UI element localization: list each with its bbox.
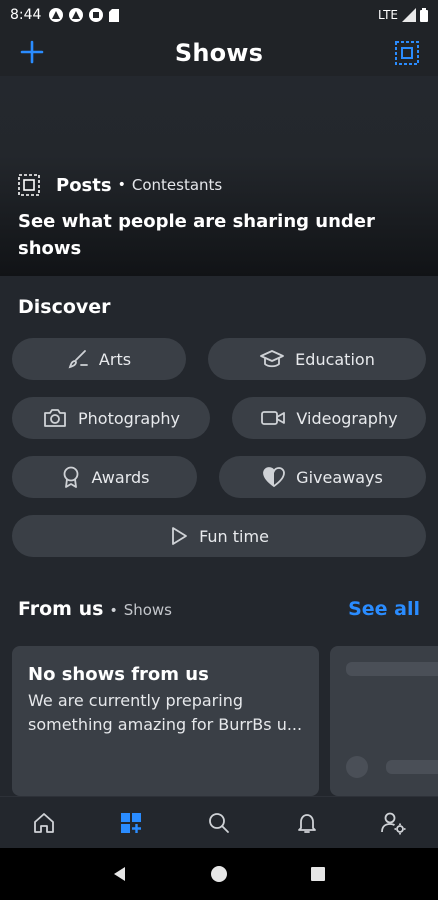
separator: • xyxy=(109,603,118,619)
user-settings-icon xyxy=(381,812,406,834)
chip-giveaways[interactable]: Giveaways xyxy=(219,456,426,498)
home-icon xyxy=(33,812,54,833)
top-app-bar: Shows xyxy=(0,30,438,76)
posts-icon xyxy=(18,174,40,196)
heart-half-icon xyxy=(263,467,286,488)
home-circle-icon[interactable] xyxy=(210,865,228,883)
show-card-placeholder xyxy=(330,646,438,796)
chip-awards[interactable]: Awards xyxy=(12,456,197,498)
card-description: We are currently preparing something ama… xyxy=(28,691,303,734)
status-notification-icons xyxy=(49,8,120,22)
posts-label: Posts xyxy=(56,174,112,196)
status-time: 8:44 xyxy=(10,7,42,23)
chip-label: Fun time xyxy=(199,526,269,546)
app-notification-icon xyxy=(69,8,84,22)
chip-label: Education xyxy=(295,349,375,369)
status-bar: 8:44 LTE xyxy=(0,0,438,30)
video-camera-icon xyxy=(261,411,286,425)
chip-label: Arts xyxy=(98,349,132,369)
system-navigation-bar xyxy=(0,848,438,900)
app-notification-icon xyxy=(49,8,64,22)
hero-meta: Posts • Contestants xyxy=(18,174,222,196)
card-title: No shows from us xyxy=(28,664,209,685)
chip-label: Giveaways xyxy=(296,467,383,487)
hero-banner[interactable]: Posts • Contestants See what people are … xyxy=(0,76,438,276)
nav-shows[interactable] xyxy=(111,803,151,843)
chip-label: Photography xyxy=(78,408,180,428)
hero-headline: See what people are sharing under shows xyxy=(18,211,375,259)
chip-arts[interactable]: Arts xyxy=(12,338,186,380)
bottom-navigation xyxy=(0,796,438,848)
back-icon[interactable] xyxy=(111,865,129,883)
network-type: LTE xyxy=(378,8,398,22)
nav-profile-settings[interactable] xyxy=(374,803,414,843)
skeleton-avatar xyxy=(346,756,368,778)
chip-photography[interactable]: Photography xyxy=(12,397,210,439)
from-us-subtitle: Shows xyxy=(123,601,172,619)
play-icon xyxy=(172,527,187,545)
separator: • xyxy=(117,177,126,193)
chip-education[interactable]: Education xyxy=(208,338,426,380)
discover-title: Discover xyxy=(18,296,111,318)
nav-notifications[interactable] xyxy=(287,803,327,843)
recents-icon[interactable] xyxy=(309,865,327,883)
camera-icon xyxy=(44,409,66,427)
chip-label: Videography xyxy=(296,408,398,428)
see-all-link[interactable]: See all xyxy=(348,598,420,620)
signal-icon xyxy=(402,8,416,22)
nav-search[interactable] xyxy=(199,803,239,843)
bell-icon xyxy=(297,813,316,833)
show-card-empty[interactable]: No shows from us We are currently prepar… xyxy=(12,646,319,796)
add-icon[interactable] xyxy=(18,38,46,66)
skeleton-line xyxy=(386,760,438,774)
brush-icon xyxy=(68,350,88,369)
from-us-header: From us • Shows xyxy=(18,598,172,620)
nav-home[interactable] xyxy=(24,803,64,843)
battery-icon xyxy=(420,8,428,22)
shows-grid-icon xyxy=(121,812,142,833)
chip-label: Awards xyxy=(91,467,150,487)
app-notification-icon xyxy=(89,8,104,22)
chip-fun-time[interactable]: Fun time xyxy=(12,515,426,557)
search-icon xyxy=(209,812,229,833)
from-us-title: From us xyxy=(18,598,104,620)
chip-videography[interactable]: Videography xyxy=(232,397,426,439)
page-title: Shows xyxy=(174,39,264,67)
skeleton-line xyxy=(346,662,438,676)
hero-subtitle: Contestants xyxy=(131,176,223,194)
fullscreen-icon[interactable] xyxy=(394,40,420,66)
sd-card-icon xyxy=(109,8,120,22)
graduation-cap-icon xyxy=(260,350,285,368)
award-icon xyxy=(63,466,78,488)
